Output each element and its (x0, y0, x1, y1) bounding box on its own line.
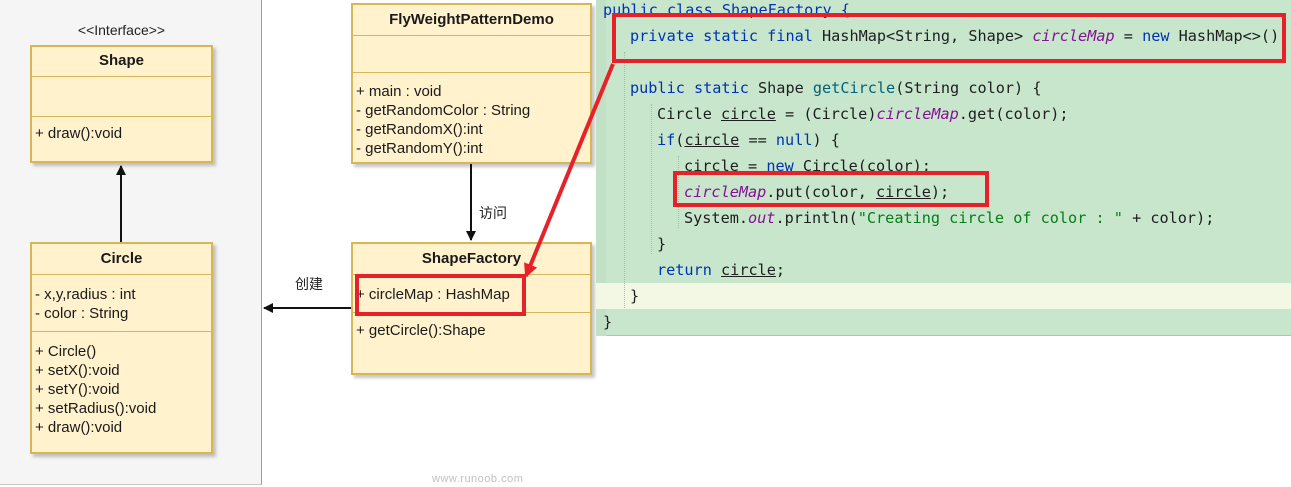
red-pointer-arrow (524, 63, 615, 278)
access-label: 访问 (479, 205, 507, 221)
watermark: www.runoob.com (432, 473, 524, 485)
relation-arrows (116, 63, 615, 313)
create-label: 创建 (295, 276, 323, 292)
